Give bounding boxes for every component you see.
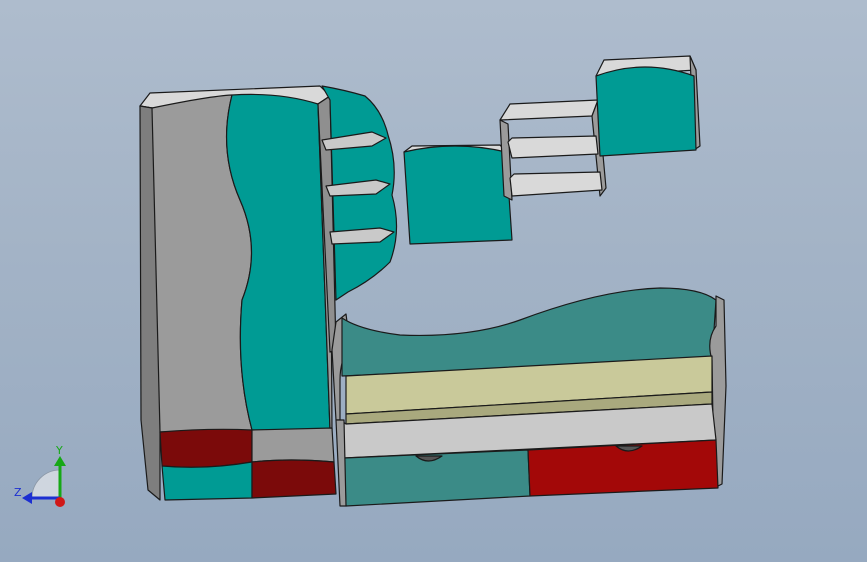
- 3d-viewport[interactable]: Y Z: [0, 0, 867, 562]
- open-shelving[interactable]: [499, 99, 607, 201]
- triad-arc: [31, 469, 61, 499]
- side-shelf-unit[interactable]: [317, 85, 398, 353]
- wardrobe-gray-band: [251, 427, 335, 463]
- y-axis-arrow: [54, 456, 66, 466]
- wall-cabinet-middle-front: [403, 145, 513, 245]
- wall-cabinet-middle[interactable]: [403, 144, 513, 245]
- y-axis-label: Y: [55, 444, 63, 457]
- open-shelf-bottom: [509, 171, 603, 197]
- bed-left-leg: [335, 419, 347, 507]
- wardrobe-base-maroon: [251, 459, 337, 499]
- open-shelf-top: [499, 99, 599, 121]
- furniture-model[interactable]: [0, 0, 867, 562]
- bed[interactable]: [331, 287, 727, 507]
- wardrobe-base-teal: [161, 461, 253, 501]
- coordinate-triad: Y Z: [14, 444, 66, 507]
- wardrobe[interactable]: [139, 85, 337, 501]
- z-axis-arrow: [22, 492, 32, 504]
- wardrobe-maroon-band: [159, 428, 253, 468]
- open-shelf-middle: [507, 135, 599, 159]
- wall-cabinet-right[interactable]: [595, 55, 701, 157]
- x-axis-dot: [55, 497, 65, 507]
- z-axis-label: Z: [14, 486, 22, 499]
- wall-cabinet-right-front: [595, 66, 697, 157]
